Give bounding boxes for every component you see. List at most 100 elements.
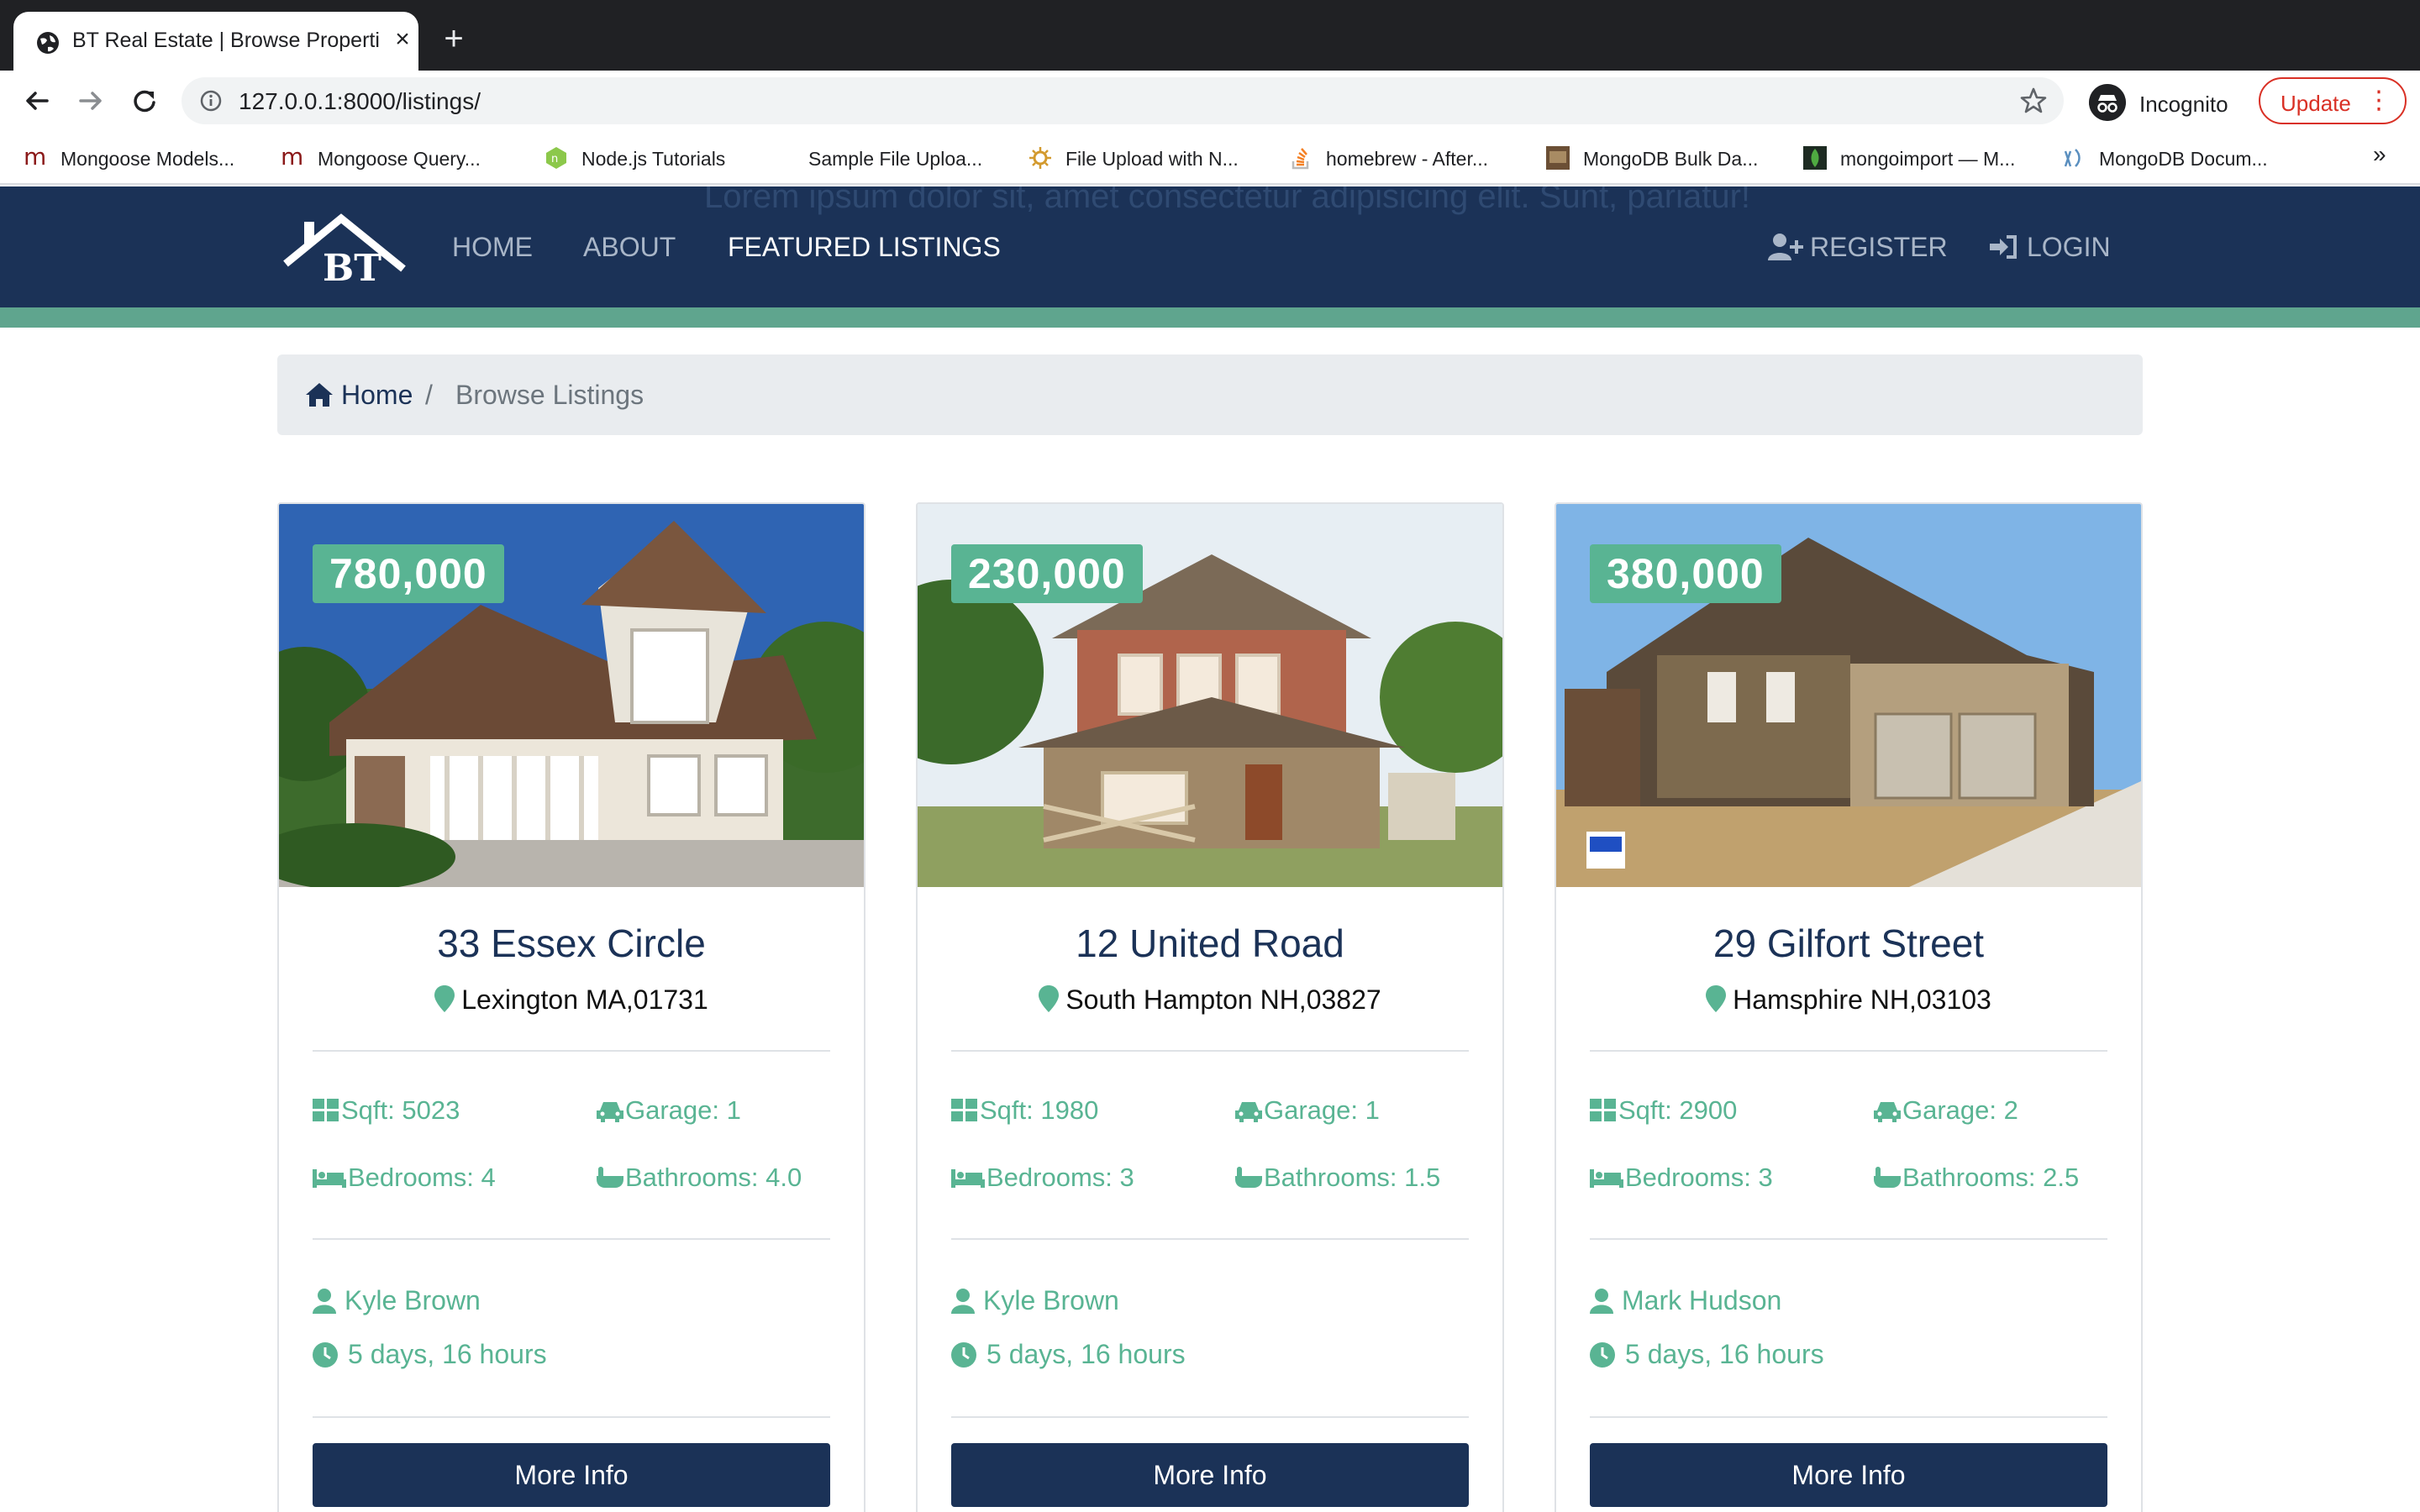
listing-address: 12 United Road	[1076, 921, 1344, 965]
sqft-text: Sqft: 5023	[341, 1095, 460, 1125]
bedrooms-text: Bedrooms: 4	[348, 1163, 496, 1192]
breadcrumb-home-label: Home	[341, 380, 413, 410]
svg-text:m: m	[24, 144, 46, 171]
divider	[951, 1238, 1469, 1240]
more-info-button[interactable]: More Info	[313, 1443, 830, 1507]
listing-city: Lexington MA,01731	[279, 984, 864, 1016]
accent-divider	[0, 307, 2420, 328]
bookmark-label: MongoDB Bulk Da...	[1583, 148, 1759, 170]
garage-text: Garage: 1	[1264, 1095, 1380, 1125]
reload-icon[interactable]	[126, 82, 163, 119]
th-large-icon	[1590, 1099, 1616, 1121]
blank-page-icon	[770, 144, 797, 171]
bed-icon	[313, 1169, 346, 1188]
clock-icon	[951, 1342, 976, 1368]
incognito-indicator[interactable]: Incognito	[2084, 81, 2250, 124]
garage-text: Garage: 1	[625, 1095, 741, 1125]
bookmark-star-icon[interactable]	[2018, 86, 2049, 116]
more-info-button[interactable]: More Info	[951, 1443, 1469, 1507]
bookmark-label: Node.js Tutorials	[581, 148, 726, 170]
breadcrumb: Home / Browse Listings	[277, 354, 2143, 435]
car-icon	[1235, 1102, 1262, 1122]
bedrooms-text: Bedrooms: 3	[986, 1163, 1134, 1192]
divider	[313, 1238, 830, 1240]
bed-icon	[1590, 1169, 1623, 1188]
divider	[1590, 1238, 2107, 1240]
svg-text:m: m	[281, 144, 303, 171]
bookmark-label: mongoimport — M...	[1840, 148, 2016, 170]
listing-city: South Hampton NH,03827	[918, 984, 1502, 1016]
menu-dots-icon[interactable]: ⋮	[2366, 86, 2391, 116]
nav-login[interactable]: LOGIN	[1988, 232, 2114, 265]
mongoose-icon: m	[281, 144, 303, 171]
th-large-icon	[951, 1099, 977, 1121]
listed-time: 5 days, 16 hours	[1625, 1339, 1824, 1369]
car-icon	[1874, 1102, 1901, 1122]
home-icon	[306, 383, 333, 407]
browser-toolbar: 127.0.0.1:8000/listings/ Incognito Updat…	[0, 71, 2420, 131]
bookmark-label: Mongoose Models...	[60, 148, 235, 170]
svg-text:n: n	[551, 153, 558, 165]
map-marker-icon	[1706, 985, 1727, 1012]
bookmark-label: MongoDB Docum...	[2099, 148, 2268, 170]
bt-logo-icon[interactable]: BT	[281, 210, 407, 284]
th-large-icon	[313, 1099, 339, 1121]
url-text: 127.0.0.1:8000/listings/	[239, 88, 481, 114]
svg-text:BT: BT	[323, 247, 381, 284]
forward-arrow-icon[interactable]	[72, 82, 109, 119]
update-button[interactable]: Update ⋮	[2259, 77, 2407, 124]
user-plus-icon	[1768, 234, 1803, 260]
incognito-label: Incognito	[2139, 92, 2228, 117]
stackoverflow-icon	[1292, 148, 1309, 170]
nav-featured-listings[interactable]: FEATURED LISTINGS	[728, 232, 1001, 263]
docs-icon	[2064, 149, 2081, 167]
listed-time: 5 days, 16 hours	[986, 1339, 1186, 1369]
site-info-icon[interactable]	[198, 88, 224, 113]
bedrooms-text: Bedrooms: 3	[1625, 1163, 1773, 1192]
more-bookmarks-icon[interactable]: »	[2373, 141, 2386, 168]
bookmark-label: Mongoose Query...	[318, 148, 481, 170]
tab-title: BT Real Estate | Browse Properties	[72, 29, 380, 52]
bathrooms-text: Bathrooms: 1.5	[1264, 1163, 1441, 1192]
bath-icon	[1874, 1167, 1901, 1188]
hero-text-ghost: Lorem ipsum dolor sit, amet consectetur …	[704, 186, 1751, 215]
price-badge: 780,000	[313, 544, 504, 603]
listed-time: 5 days, 16 hours	[348, 1339, 547, 1369]
listing-city-text: Hamsphire NH,03103	[1733, 984, 1991, 1015]
garage-text: Garage: 2	[1902, 1095, 2018, 1125]
user-icon	[313, 1289, 336, 1314]
realtor-name: Mark Hudson	[1622, 1285, 1782, 1315]
new-tab-icon[interactable]: +	[437, 22, 471, 55]
register-label: REGISTER	[1810, 232, 1948, 262]
nodejs-icon: n	[546, 147, 566, 169]
browser-tab[interactable]: BT Real Estate | Browse Properties ×	[13, 12, 418, 71]
listing-city-text: South Hampton NH,03827	[1065, 984, 1381, 1015]
nav-register[interactable]: REGISTER	[1768, 232, 1948, 265]
tab-close-icon[interactable]: ×	[388, 25, 417, 54]
thumbnail-icon	[1546, 146, 1570, 170]
listing-card: 380,000 29 Gilfort Street Hamsphire NH,0…	[1555, 502, 2143, 1512]
bed-icon	[951, 1169, 985, 1188]
nav-home[interactable]: HOME	[452, 232, 533, 263]
divider	[1590, 1050, 2107, 1052]
breadcrumb-current: Browse Listings	[455, 380, 644, 410]
clock-icon	[313, 1342, 338, 1368]
user-icon	[1590, 1289, 1613, 1314]
map-marker-icon	[1039, 985, 1060, 1012]
sign-in-icon	[1990, 235, 2017, 259]
more-info-button[interactable]: More Info	[1590, 1443, 2107, 1507]
sqft-text: Sqft: 2900	[1618, 1095, 1738, 1125]
bath-icon	[597, 1167, 623, 1188]
nav-about[interactable]: ABOUT	[583, 232, 676, 263]
divider	[313, 1416, 830, 1418]
realtor-name: Kyle Brown	[983, 1285, 1119, 1315]
back-arrow-icon[interactable]	[18, 82, 55, 119]
address-bar[interactable]: 127.0.0.1:8000/listings/	[182, 77, 2064, 124]
listing-card: 780,000 33 Essex Circle Lexington MA,017…	[277, 502, 865, 1512]
divider	[313, 1050, 830, 1052]
bathrooms-text: Bathrooms: 4.0	[625, 1163, 802, 1192]
breadcrumb-separator: /	[425, 380, 433, 410]
sqft-text: Sqft: 1980	[980, 1095, 1099, 1125]
car-icon	[597, 1102, 623, 1122]
gear-sun-icon	[1029, 147, 1051, 169]
